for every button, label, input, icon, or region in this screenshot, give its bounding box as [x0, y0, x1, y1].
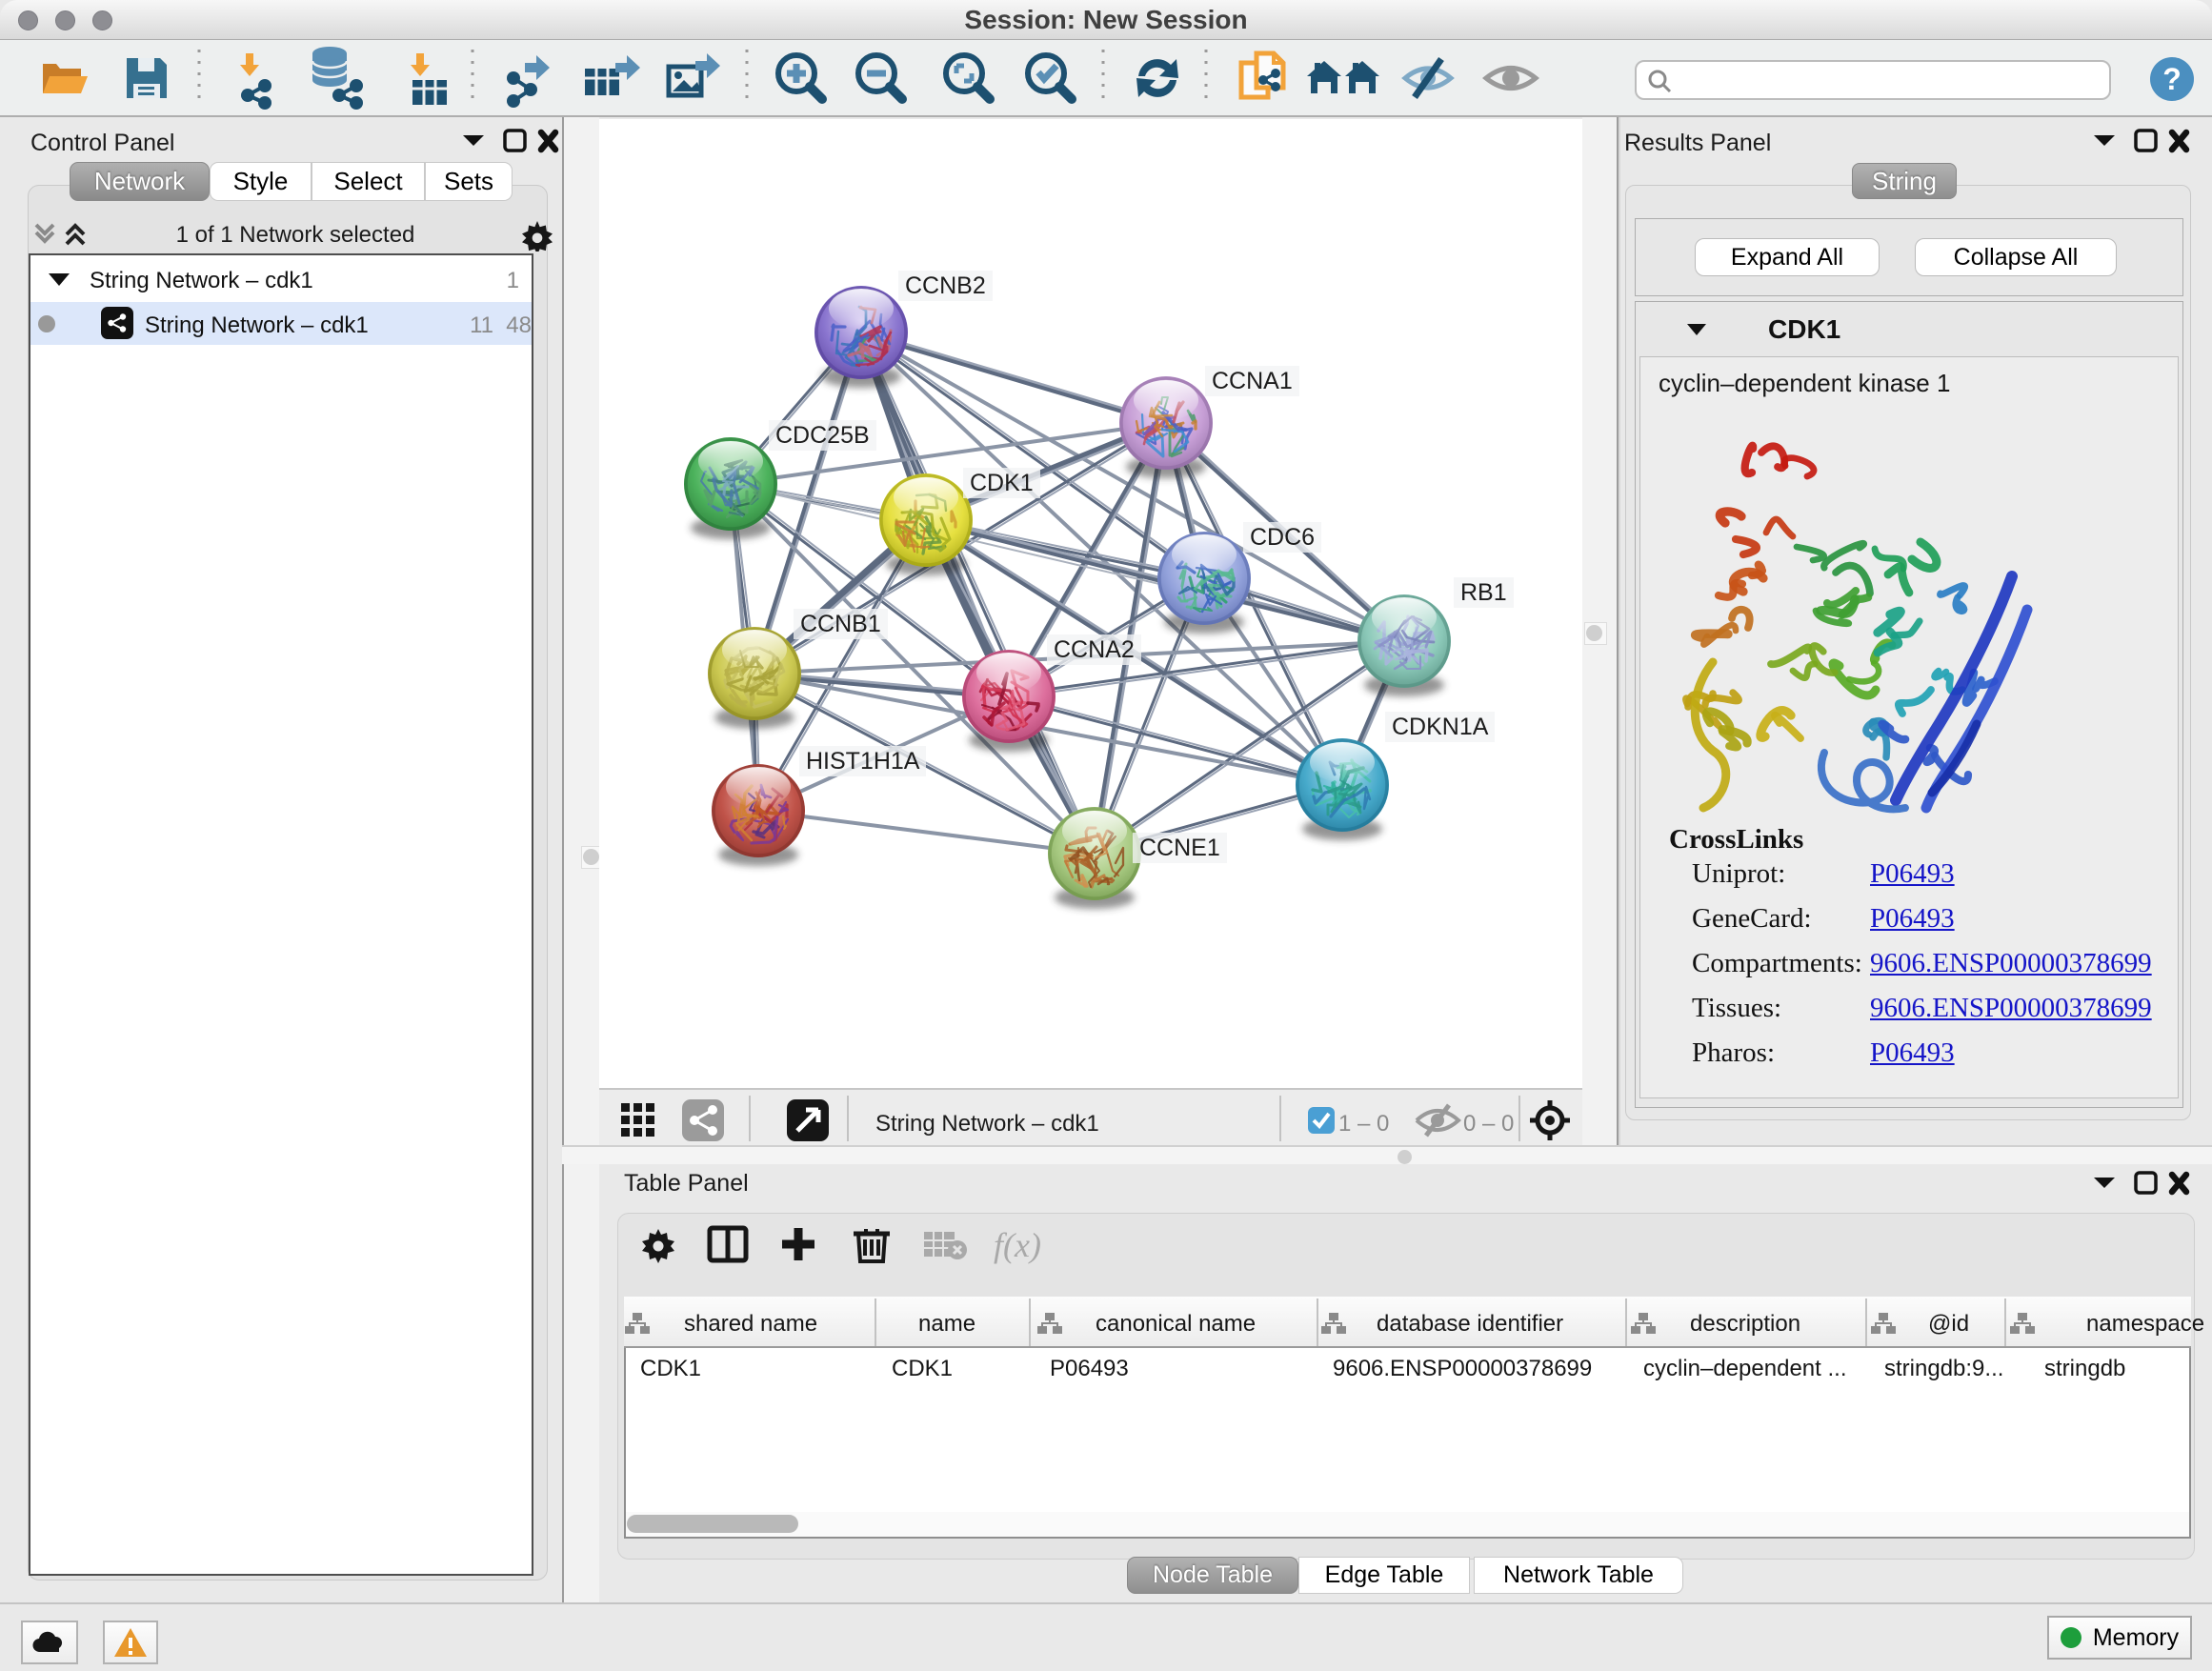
svg-text:CDC25B: CDC25B	[775, 422, 870, 449]
svg-text:HIST1H1A: HIST1H1A	[806, 748, 920, 775]
svg-text:CDKN1A: CDKN1A	[1392, 714, 1489, 740]
svg-text:CCNB2: CCNB2	[905, 272, 986, 299]
svg-text:CCNE1: CCNE1	[1139, 835, 1220, 861]
svg-text:CCNB1: CCNB1	[800, 611, 881, 637]
svg-text:CDC6: CDC6	[1250, 524, 1315, 551]
svg-text:CDK1: CDK1	[970, 470, 1034, 496]
svg-text:CCNA1: CCNA1	[1212, 368, 1293, 394]
svg-text:f(x): f(x)	[994, 1226, 1041, 1264]
svg-text:RB1: RB1	[1460, 579, 1507, 606]
svg-text:CCNA2: CCNA2	[1054, 636, 1135, 663]
